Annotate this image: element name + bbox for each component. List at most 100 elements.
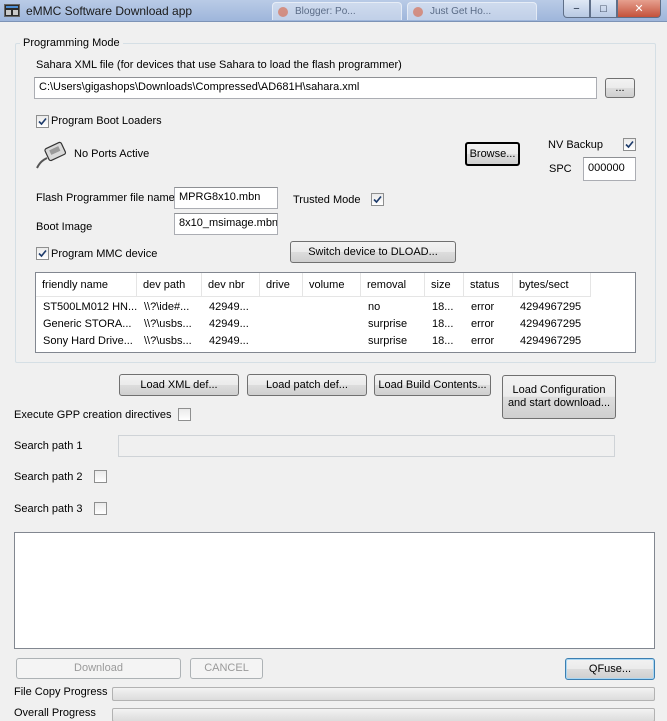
browse-button[interactable]: Browse... — [465, 142, 520, 166]
column-header[interactable]: volume — [303, 273, 361, 297]
background-tab[interactable]: Blogger: Po... — [272, 2, 402, 20]
cell-dev-nbr: 42949... — [209, 301, 249, 313]
app-window: eMMC Software Download app Blogger: Po..… — [0, 0, 667, 721]
table-row[interactable]: ST500LM012 HN... \\?\ide#... 42949... no… — [36, 299, 591, 316]
load-config-button[interactable]: Load Configuration and start download... — [502, 375, 616, 419]
column-header[interactable]: bytes/sect — [513, 273, 591, 297]
checkmark-icon — [373, 195, 382, 204]
cell-dev-nbr: 42949... — [209, 318, 249, 330]
program-mmc-checkbox[interactable] — [36, 247, 49, 260]
checkmark-icon — [38, 117, 47, 126]
load-xml-button[interactable]: Load XML def... — [119, 374, 239, 396]
load-config-line2: and start download... — [507, 397, 611, 409]
maximize-button[interactable]: □ — [590, 0, 617, 18]
column-header[interactable]: friendly name — [36, 273, 137, 297]
switch-dload-button[interactable]: Switch device to DLOAD... — [290, 241, 456, 263]
cell-size: 18... — [432, 335, 454, 347]
sahara-browse-button[interactable]: ... — [605, 78, 635, 98]
column-header[interactable]: size — [425, 273, 464, 297]
title-bar[interactable]: eMMC Software Download app Blogger: Po..… — [0, 0, 667, 22]
cell-volume — [303, 299, 361, 316]
cell-removal: surprise — [368, 335, 408, 347]
tab-icon — [413, 7, 423, 17]
cell-removal: no — [368, 301, 381, 313]
program-mmc-label: Program MMC device — [51, 248, 158, 260]
cell-drive — [260, 316, 303, 333]
cell-bytes-sect: 4294967295 — [520, 335, 582, 347]
spc-label: SPC — [549, 163, 572, 175]
column-header[interactable]: dev nbr — [202, 273, 260, 297]
boot-image-field[interactable]: 8x10_msimage.mbn — [174, 213, 278, 235]
background-tab[interactable]: Just Get Ho... — [407, 2, 537, 20]
port-status-text: No Ports Active — [74, 148, 150, 160]
cell-friendly-name: Generic STORA... — [43, 318, 132, 330]
cell-status: error — [471, 335, 495, 347]
cell-size: 18... — [432, 301, 454, 313]
search-path-3-checkbox[interactable] — [94, 502, 107, 515]
program-boot-loaders-label: Program Boot Loaders — [51, 115, 162, 127]
minimize-icon: − — [573, 2, 580, 15]
search-path-2-label: Search path 2 — [14, 471, 83, 483]
cell-friendly-name: ST500LM012 HN... — [43, 301, 137, 313]
checkmark-icon — [38, 249, 47, 258]
cell-status: error — [471, 318, 495, 330]
flash-programmer-field[interactable]: MPRG8x10.mbn — [174, 187, 278, 209]
column-header[interactable]: removal — [361, 273, 425, 297]
window-controls: − □ ✕ — [563, 0, 661, 19]
spc-field[interactable]: 000000 — [583, 157, 636, 181]
programming-mode-title: Programming Mode — [20, 37, 123, 49]
log-output[interactable] — [14, 532, 655, 649]
cell-removal: surprise — [368, 318, 408, 330]
cell-dev-path: \\?\usbs... — [144, 318, 192, 330]
file-copy-progress-bar — [112, 687, 655, 701]
cell-status: error — [471, 301, 495, 313]
close-button[interactable]: ✕ — [617, 0, 661, 18]
column-header[interactable]: drive — [260, 273, 303, 297]
cell-volume — [303, 333, 361, 350]
cell-size: 18... — [432, 318, 454, 330]
device-list[interactable]: friendly name dev path dev nbr drive vol… — [35, 272, 636, 353]
usb-cable-icon — [36, 141, 67, 169]
window-title: eMMC Software Download app — [26, 4, 193, 18]
flash-programmer-label: Flash Programmer file name — [36, 192, 175, 204]
trusted-mode-label: Trusted Mode — [293, 194, 361, 206]
program-boot-loaders-checkbox[interactable] — [36, 115, 49, 128]
checkmark-icon — [625, 140, 634, 149]
sahara-xml-label: Sahara XML file (for devices that use Sa… — [36, 59, 402, 71]
app-icon — [4, 4, 20, 17]
file-copy-progress-label: File Copy Progress — [14, 686, 108, 698]
cell-dev-path: \\?\ide#... — [144, 301, 190, 313]
search-path-1-label: Search path 1 — [14, 440, 83, 452]
overall-progress-bar — [112, 708, 655, 721]
search-path-3-label: Search path 3 — [14, 503, 83, 515]
table-row[interactable]: Generic STORA... \\?\usbs... 42949... su… — [36, 316, 591, 333]
table-row[interactable]: Sony Hard Drive... \\?\usbs... 42949... … — [36, 333, 591, 350]
load-patch-button[interactable]: Load patch def... — [247, 374, 367, 396]
minimize-button[interactable]: − — [563, 0, 590, 18]
cell-drive — [260, 333, 303, 350]
background-tab-label: Just Get Ho... — [430, 6, 492, 17]
device-list-header: friendly name dev path dev nbr drive vol… — [36, 273, 591, 297]
sahara-xml-path-field[interactable]: C:\Users\gigashops\Downloads\Compressed\… — [34, 77, 597, 99]
overall-progress-label: Overall Progress — [14, 707, 96, 719]
background-tabs: Blogger: Po... Just Get Ho... — [222, 0, 562, 20]
column-header[interactable]: status — [464, 273, 513, 297]
load-config-line1: Load Configuration — [512, 384, 606, 396]
cell-bytes-sect: 4294967295 — [520, 318, 582, 330]
trusted-mode-checkbox[interactable] — [371, 193, 384, 206]
cell-dev-path: \\?\usbs... — [144, 335, 192, 347]
load-build-button[interactable]: Load Build Contents... — [374, 374, 491, 396]
qfuse-button[interactable]: QFuse... — [565, 658, 655, 680]
search-path-1-field[interactable] — [118, 435, 615, 457]
nv-backup-checkbox[interactable] — [623, 138, 636, 151]
nv-backup-label: NV Backup — [548, 139, 604, 151]
search-path-2-checkbox[interactable] — [94, 470, 107, 483]
column-header[interactable]: dev path — [137, 273, 202, 297]
cell-friendly-name: Sony Hard Drive... — [43, 335, 133, 347]
maximize-icon: □ — [600, 2, 607, 15]
boot-image-label: Boot Image — [36, 221, 93, 233]
gpp-checkbox[interactable] — [178, 408, 191, 421]
download-button[interactable]: Download — [16, 658, 181, 679]
cancel-button[interactable]: CANCEL — [190, 658, 263, 679]
close-icon: ✕ — [634, 3, 644, 15]
